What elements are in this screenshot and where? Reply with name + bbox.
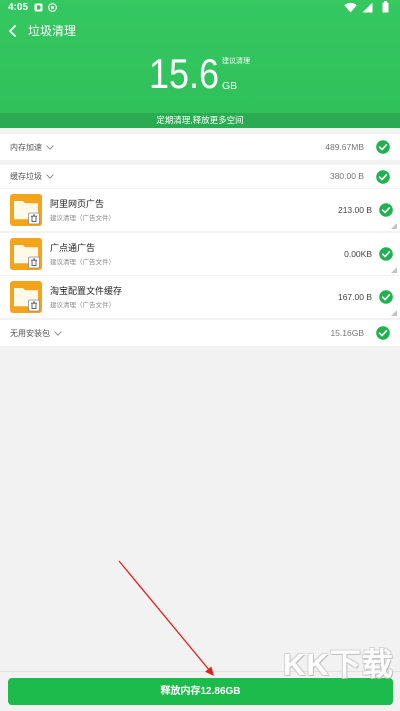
category-size-cache: 380.00 B xyxy=(329,171,364,181)
chevron-down-icon xyxy=(46,174,54,179)
chevron-down-icon xyxy=(46,144,54,150)
at-sign-icon xyxy=(48,3,57,12)
footer-divider xyxy=(0,671,400,672)
cache-item-subtitle: 建议清理（广告文件） xyxy=(50,259,115,266)
check-circle-icon[interactable] xyxy=(376,140,390,154)
category-label-wrap: 缓存垃圾 xyxy=(10,165,54,188)
app-notification-icon xyxy=(34,3,43,12)
page-title: 垃圾清理 xyxy=(28,24,77,38)
folder-trash-icon xyxy=(10,194,42,226)
category-label-memory: 内存加速 xyxy=(10,142,42,152)
category-row-apk[interactable]: 无用安装包 15.16GB xyxy=(0,320,400,346)
cache-item-size: 213.00 B xyxy=(337,205,372,215)
category-size-memory: 489.67MB xyxy=(325,142,364,152)
check-circle-icon[interactable] xyxy=(379,290,393,304)
cache-item-size: 0.00KB xyxy=(344,249,372,259)
check-circle-icon[interactable] xyxy=(379,203,393,217)
check-circle-icon[interactable] xyxy=(376,326,390,340)
status-time: 4:05 xyxy=(8,2,29,13)
category-label-cache: 缓存垃圾 xyxy=(10,172,42,181)
cache-item-row[interactable]: 淘宝配置文件缓存 建议清理（广告文件） 167.00 B xyxy=(0,276,400,318)
wifi-icon xyxy=(344,2,357,13)
cache-item-title: 阿里网页广告 xyxy=(50,199,105,209)
corner-fold-mark xyxy=(391,267,397,273)
cache-item-row[interactable]: 阿里网页广告 建议清理（广告文件） 213.00 B xyxy=(0,189,400,231)
category-row-cache[interactable]: 缓存垃圾 380.00 B xyxy=(0,165,400,188)
check-circle-icon[interactable] xyxy=(376,169,390,184)
cache-item-size: 167.00 B xyxy=(337,292,372,302)
chevron-down-icon xyxy=(54,330,62,336)
corner-fold-mark xyxy=(391,310,397,316)
cache-item-subtitle: 建议清理（广告文件） xyxy=(50,302,115,309)
cache-item-subtitle: 建议清理（广告文件） xyxy=(50,215,115,222)
release-memory-button[interactable]: 释放内存12.86GB xyxy=(8,678,393,705)
category-row-memory[interactable]: 内存加速 489.67MB xyxy=(0,134,400,160)
category-label-wrap: 内存加速 xyxy=(10,134,54,160)
folder-trash-icon xyxy=(10,238,42,270)
category-label-wrap: 无用安装包 xyxy=(10,320,62,346)
junk-total-value: 15.6 xyxy=(149,50,220,98)
check-circle-icon[interactable] xyxy=(379,247,393,261)
header: 4:05 垃圾清理 15.6 建议清理 GB 定期清理,释放更多空间 xyxy=(0,0,400,128)
corner-fold-mark xyxy=(391,223,397,229)
category-label-apk: 无用安装包 xyxy=(10,328,50,338)
cache-item-title: 广点通广告 xyxy=(50,243,96,253)
junk-total-hint: 建议清理 xyxy=(222,58,250,65)
category-size-apk: 15.16GB xyxy=(330,328,364,338)
cache-item-title: 淘宝配置文件缓存 xyxy=(50,286,123,296)
cache-item-row[interactable]: 广点通广告 建议清理（广告文件） 0.00KB xyxy=(0,233,400,275)
folder-trash-icon xyxy=(10,281,42,313)
cell-signal-icon xyxy=(362,2,373,13)
battery-icon xyxy=(382,1,389,13)
back-chevron-left-icon[interactable] xyxy=(8,25,18,37)
tip-banner: 定期清理,释放更多空间 xyxy=(0,113,400,128)
junk-total-unit: GB xyxy=(222,80,238,92)
